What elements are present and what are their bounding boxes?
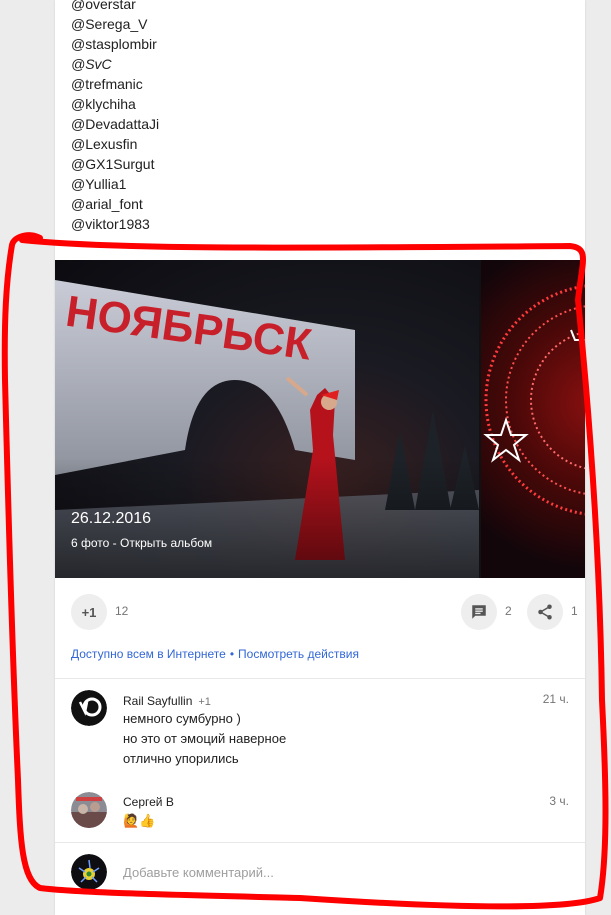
- annotation-outline: [1, 232, 609, 910]
- annotation-stroke: [1, 232, 609, 910]
